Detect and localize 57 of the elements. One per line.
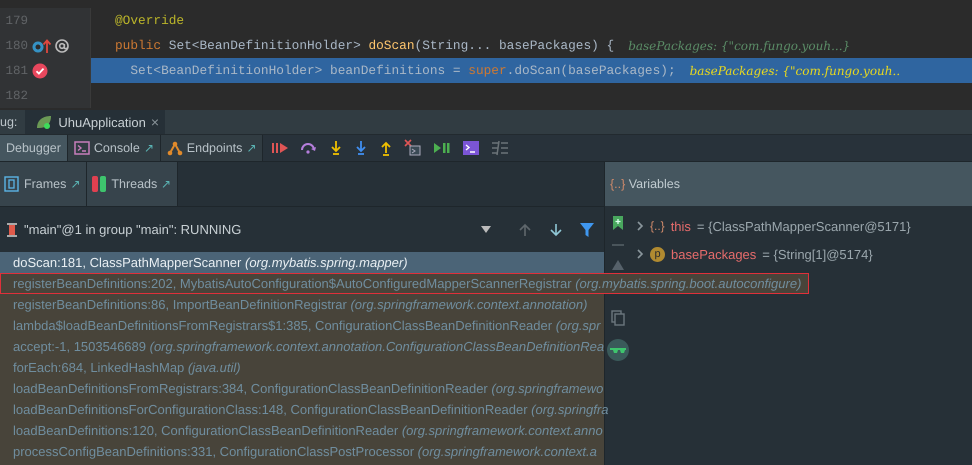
override-icon[interactable]	[32, 38, 52, 54]
session-tab[interactable]: UhuApplication ×	[25, 110, 166, 134]
step-out-icon[interactable]	[379, 140, 394, 156]
terminal-icon[interactable]	[462, 140, 480, 156]
variable-name: basePackages	[671, 246, 756, 262]
frames-icon	[4, 175, 20, 193]
close-icon[interactable]: ×	[150, 114, 160, 130]
at-sign-icon[interactable]	[54, 38, 70, 54]
stack-frame[interactable]: lambda$loadBeanDefinitionsFromRegistrars$1:385, ConfigurationClassBeanDefinitionReader (org.spr	[0, 315, 604, 336]
bookmark-icon[interactable]	[612, 216, 624, 230]
down-arrow-icon[interactable]	[354, 140, 368, 156]
dropdown-caret-icon	[481, 226, 491, 234]
stack-frame[interactable]: loadBeanDefinitions:120, ConfigurationClassBeanDefinitionReader (org.springframework.context.anno	[0, 420, 604, 441]
breakpoint-icon[interactable]	[32, 62, 48, 78]
chevron-right-icon[interactable]	[637, 249, 644, 259]
run-to-cursor-icon[interactable]	[433, 140, 452, 156]
stack-frame[interactable]: loadBeanDefinitionsFromRegistrars:384, ConfigurationClassBeanDefinitionReader (org.springframewo	[0, 378, 604, 399]
variable-value: = {String[1]@5174}	[762, 246, 873, 262]
debug-tab[interactable]: Debugger	[0, 135, 68, 161]
drop-frame-icon[interactable]	[404, 139, 422, 157]
stack-frame[interactable]: doScan:181, ClassPathMapperScanner (org.mybatis.spring.mapper)	[0, 252, 604, 273]
code-line: @Override	[115, 13, 184, 28]
chevron-right-icon[interactable]	[637, 221, 644, 231]
panel-tab[interactable]: Frames ↗	[0, 162, 88, 206]
down-arrow-icon[interactable]	[549, 222, 563, 236]
stack-frame[interactable]: processConfigBeanDefinitions:331, ConfigurationClassPostProcessor (org.springframework.context.a	[0, 441, 604, 462]
step-into-icon[interactable]	[329, 140, 344, 156]
panel-title: {..} Variables	[610, 177, 680, 191]
up-arrow-icon[interactable]	[518, 222, 532, 236]
stack-frame[interactable]: registerBeanDefinitions:86, ImportBeanDefinitionRegistrar (org.springframework.context.annotation)	[0, 294, 604, 315]
leaf-icon	[35, 114, 54, 130]
code-line: public Set<BeanDefinitionHolder> doScan(String... basePackages) {	[115, 38, 614, 53]
lines-icon[interactable]	[491, 140, 510, 156]
copy-icon[interactable]	[611, 310, 625, 326]
parameter-icon: p	[650, 246, 665, 262]
threads-icon	[91, 175, 108, 193]
inline-value-hint: basePackages: {"com.fungo.youh..	[690, 64, 900, 78]
glasses-icon[interactable]	[607, 339, 629, 361]
variable-name: this	[670, 218, 691, 234]
step-over-icon[interactable]	[300, 140, 318, 156]
debug-tab[interactable]: Endpoints ↗	[160, 135, 264, 161]
code-line: Set<BeanDefinitionHolder> beanDefinitions = super.doScan(basePackages);	[129, 63, 676, 78]
nodes-icon	[166, 140, 183, 156]
object-icon: {..}	[650, 219, 665, 233]
stack-frame[interactable]: forEach:684, LinkedHashMap (java.util)	[0, 357, 604, 378]
debug-tab[interactable]: Console ↗	[68, 135, 161, 161]
spool-icon	[6, 222, 18, 238]
inline-value-hint: basePackages: {"com.fungo.youh...}	[628, 38, 850, 52]
resume-icon[interactable]	[271, 140, 290, 156]
stack-frame[interactable]: registerBeanDefinitions:202, MybatisAutoConfiguration$AutoConfiguredMapperScannerRegistrar (org.mybatis.spring.boot.autoconfigure)	[0, 273, 810, 294]
console-icon	[74, 141, 90, 155]
variable-value: = {ClassPathMapperScanner@5171}	[696, 218, 911, 234]
thread-dropdown[interactable]: "main"@1 in group "main": RUNNING	[0, 214, 501, 244]
stack-frame[interactable]: accept:-1, 1503546689 (org.springframework.context.annotation.ConfigurationClassBeanDefinitionRea	[0, 336, 604, 357]
filter-icon[interactable]	[580, 222, 594, 238]
debug-label: ug:	[0, 115, 18, 129]
panel-tab[interactable]: Threads ↗	[87, 162, 178, 206]
